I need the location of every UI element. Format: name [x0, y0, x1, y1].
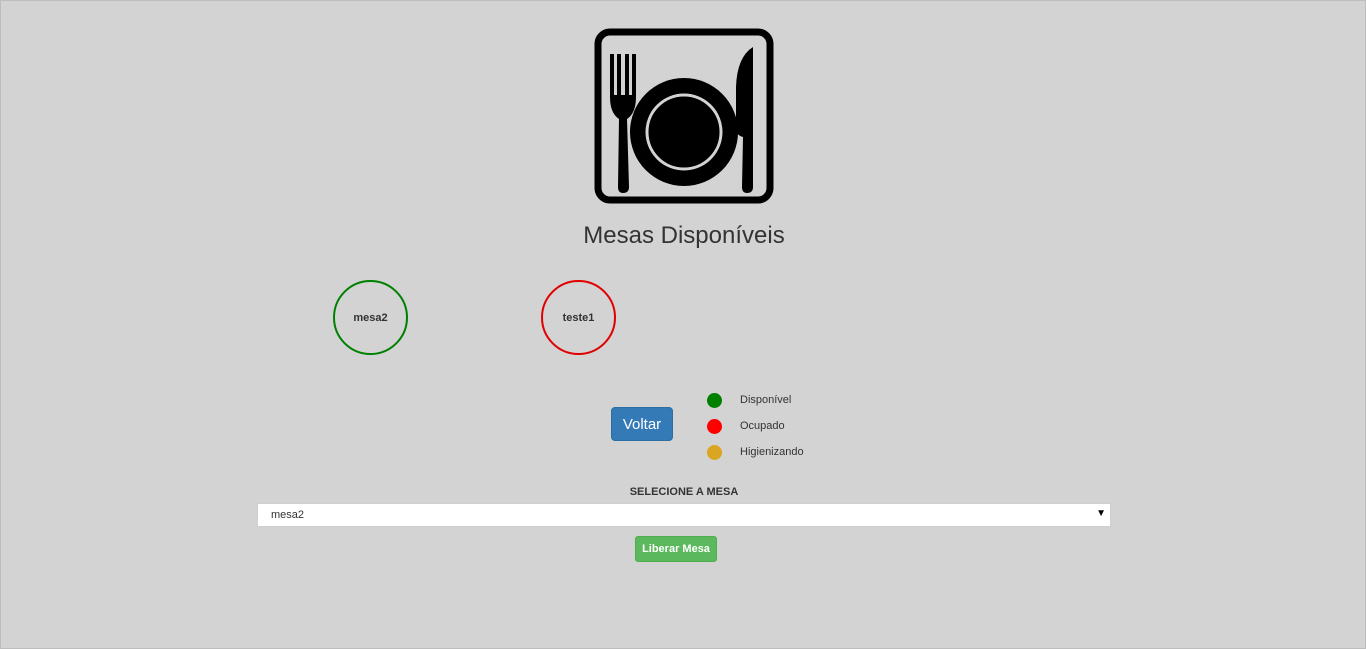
green-status-dot: [707, 392, 722, 408]
table-mesa2[interactable]: mesa2: [333, 280, 408, 355]
legend-item-ocupado: Ocupado: [707, 413, 804, 439]
legend-label: Higienizando: [740, 446, 804, 458]
table-label: mesa2: [353, 311, 388, 324]
release-table-button[interactable]: Liberar Mesa: [635, 536, 717, 562]
legend-item-disponivel: Disponível: [707, 387, 804, 413]
legend-item-higienizando: Higienizando: [707, 439, 804, 465]
red-status-dot: [707, 418, 722, 434]
legend-label: Ocupado: [740, 420, 785, 432]
table-teste1[interactable]: teste1: [541, 280, 616, 355]
select-value: mesa2: [271, 509, 305, 521]
restaurant-plate-icon: [594, 28, 774, 204]
legend-label: Disponível: [740, 394, 792, 406]
orange-status-dot: [707, 444, 722, 460]
status-legend: Disponível Ocupado Higienizando: [707, 387, 804, 465]
back-button[interactable]: Voltar: [611, 407, 673, 441]
caret-down-icon: ▼: [1096, 508, 1106, 519]
table-label: teste1: [562, 311, 595, 324]
table-select[interactable]: mesa2 ▼: [257, 503, 1111, 527]
page-title: Mesas Disponíveis: [583, 222, 785, 249]
select-label: SELECIONE A MESA: [629, 486, 739, 498]
